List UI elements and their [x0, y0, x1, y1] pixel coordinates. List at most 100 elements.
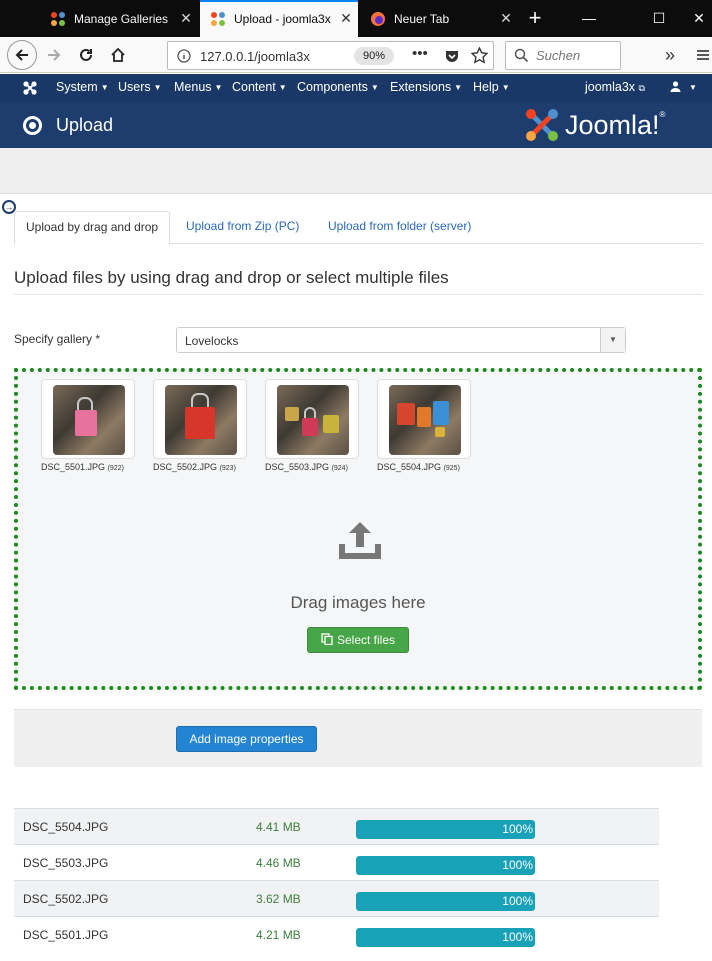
- page-title: Upload: [56, 115, 114, 135]
- menu-label: Extensions: [390, 80, 452, 94]
- close-tab-icon[interactable]: ✕: [174, 10, 198, 27]
- upload-filename: DSC_5502.JPG: [23, 892, 109, 906]
- close-window-button[interactable]: ✕: [684, 0, 712, 37]
- site-name: joomla3x: [585, 80, 636, 94]
- add-image-properties-button[interactable]: Add image properties: [176, 726, 317, 752]
- thumbnail-id: (925): [443, 465, 460, 472]
- thumbnail-image: [389, 385, 461, 455]
- progress-fill: 100%: [356, 928, 535, 947]
- upload-tabs: Upload by drag and drop Upload from Zip …: [14, 211, 702, 245]
- thumbnail-caption: DSC_5504.JPG (925): [377, 462, 471, 472]
- caret-down-icon: ▼: [153, 83, 162, 92]
- upload-row: DSC_5503.JPG 4.46 MB 100%: [14, 844, 659, 880]
- caret-down-icon: ▼: [100, 83, 109, 92]
- close-tab-icon[interactable]: ✕: [334, 10, 358, 27]
- upload-progress-bar: 100%: [356, 928, 535, 947]
- thumbnail-id: (922): [107, 465, 124, 472]
- thumbnail[interactable]: DSC_5504.JPG (925): [377, 379, 471, 472]
- reload-button[interactable]: [72, 41, 100, 69]
- browser-tab-upload[interactable]: Upload - joomla3x ✕: [200, 0, 358, 37]
- thumbnail-image: [165, 385, 237, 455]
- tab-folder[interactable]: Upload from folder (server): [317, 211, 482, 244]
- select-files-button[interactable]: Select files: [307, 627, 409, 653]
- thumbnail[interactable]: DSC_5501.JPG (922): [41, 379, 135, 472]
- menu-system[interactable]: System ▼: [56, 74, 109, 102]
- hamburger-menu-button[interactable]: [694, 41, 712, 69]
- browser-tab-manage-galleries[interactable]: Manage Galleries ✕: [40, 0, 198, 37]
- admin-menu-bar: System ▼ Users ▼ Menus ▼ Content ▼ Component…: [0, 74, 712, 102]
- thumbnail-filename: DSC_5501.JPG: [41, 462, 106, 472]
- menu-label: Components: [297, 80, 368, 94]
- joomla-favicon-icon: [51, 11, 65, 26]
- thumbnail-filename: DSC_5503.JPG: [265, 462, 330, 472]
- drop-zone[interactable]: DSC_5501.JPG (922) DSC_5502.JPG (923) DS…: [14, 368, 702, 690]
- forward-button[interactable]: [40, 41, 68, 69]
- back-button[interactable]: [7, 40, 37, 70]
- info-icon[interactable]: [177, 49, 191, 63]
- new-tab-button[interactable]: +: [520, 0, 550, 37]
- gallery-select[interactable]: Lovelocks ▼: [176, 327, 626, 353]
- home-icon: [111, 47, 125, 62]
- minimize-button[interactable]: —: [566, 0, 612, 37]
- menu-help[interactable]: Help ▼: [473, 74, 510, 102]
- firefox-icon: [371, 11, 385, 26]
- reload-icon: [80, 48, 92, 61]
- upload-filename: DSC_5503.JPG: [23, 856, 109, 870]
- progress-fill: 100%: [356, 892, 535, 911]
- toolbar: [0, 148, 712, 194]
- menu-users[interactable]: Users ▼: [118, 74, 162, 102]
- browser-tab-title: Neuer Tab: [394, 11, 450, 26]
- registered-mark: ®: [659, 110, 666, 119]
- home-button[interactable]: [104, 41, 132, 69]
- copy-files-icon: [321, 633, 333, 646]
- upload-row: DSC_5502.JPG 3.62 MB 100%: [14, 880, 659, 916]
- caret-down-icon: ▼: [689, 83, 697, 92]
- upload-list: DSC_5504.JPG 4.41 MB 100% DSC_5503.JPG 4…: [14, 808, 659, 952]
- browser-tab-new[interactable]: Neuer Tab ✕: [360, 0, 518, 37]
- menu-extensions[interactable]: Extensions ▼: [390, 74, 462, 102]
- joomla-logo-icon: [526, 109, 558, 141]
- upload-filesize: 3.62 MB: [256, 892, 301, 906]
- site-link[interactable]: joomla3x ⧉: [585, 74, 645, 102]
- progress-fill: 100%: [356, 856, 535, 875]
- search-input[interactable]: [536, 48, 616, 63]
- joomla-logo: Joomla! ®: [525, 107, 665, 143]
- upload-target-icon: [23, 116, 42, 135]
- menu-label: Users: [118, 80, 151, 94]
- close-tab-icon[interactable]: ✕: [494, 10, 518, 27]
- upload-progress-bar: 100%: [356, 820, 535, 839]
- browser-nav-bar: 127.0.0.1/joomla3x 90% ••• »: [0, 37, 712, 73]
- pocket-icon[interactable]: [444, 48, 460, 64]
- upload-icon: [339, 522, 381, 559]
- bookmark-star-icon[interactable]: [471, 47, 488, 64]
- tab-zip[interactable]: Upload from Zip (PC): [175, 211, 310, 244]
- overflow-menu-button[interactable]: »: [656, 41, 684, 69]
- menu-menus[interactable]: Menus ▼: [174, 74, 222, 102]
- upload-filename: DSC_5504.JPG: [23, 820, 109, 834]
- user-menu[interactable]: ▼: [670, 74, 697, 102]
- chevron-down-icon[interactable]: ▼: [600, 328, 625, 352]
- url-bar[interactable]: 127.0.0.1/joomla3x 90% •••: [167, 41, 494, 70]
- menu-label: Content: [232, 80, 276, 94]
- joomla-logo-icon[interactable]: [22, 80, 38, 96]
- search-icon: [514, 48, 529, 63]
- menu-components[interactable]: Components ▼: [297, 74, 379, 102]
- more-actions-icon[interactable]: •••: [412, 45, 428, 62]
- tab-drag-and-drop[interactable]: Upload by drag and drop: [14, 211, 171, 245]
- thumbnail[interactable]: DSC_5503.JPG (924): [265, 379, 359, 472]
- upload-progress-bar: 100%: [356, 856, 535, 875]
- section-divider: [14, 294, 702, 295]
- thumbnail-id: (923): [219, 465, 236, 472]
- progress-fill: 100%: [356, 820, 535, 839]
- caret-down-icon: ▼: [501, 83, 510, 92]
- search-box[interactable]: [505, 41, 621, 70]
- maximize-button[interactable]: ☐: [636, 0, 682, 37]
- menu-content[interactable]: Content ▼: [232, 74, 287, 102]
- thumbnail[interactable]: DSC_5502.JPG (923): [153, 379, 247, 472]
- url-text: 127.0.0.1/joomla3x: [200, 49, 310, 64]
- upload-row: DSC_5501.JPG 4.21 MB 100%: [14, 916, 659, 952]
- zoom-level[interactable]: 90%: [354, 47, 394, 65]
- joomla-favicon-icon: [211, 11, 225, 26]
- section-title: Upload files by using drag and drop or s…: [14, 268, 449, 287]
- browser-tab-strip: Manage Galleries ✕ Upload - joomla3x ✕ N…: [0, 0, 712, 37]
